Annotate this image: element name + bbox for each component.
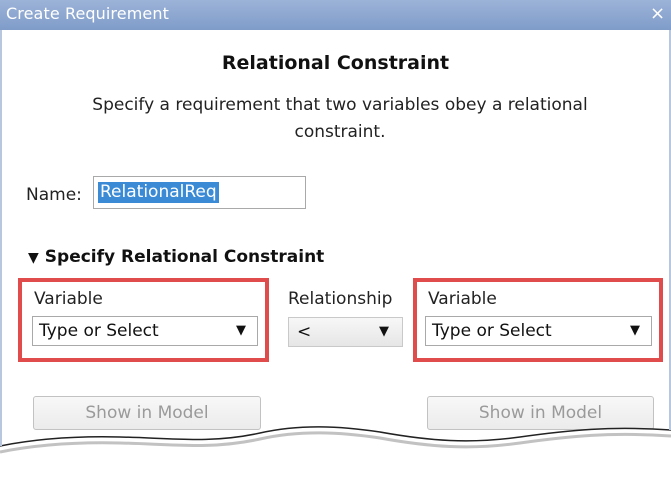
right-variable-value: Type or Select (432, 321, 552, 341)
dialog-description: Specify a requirement that two variables… (92, 95, 588, 142)
left-variable-combobox[interactable]: Type or Select ▼ (32, 316, 258, 346)
left-variable-label: Variable (34, 289, 103, 309)
name-label: Name: (26, 185, 82, 205)
right-variable-label: Variable (428, 289, 497, 309)
dialog-heading: Relational Constraint (221, 52, 450, 74)
show-in-model-left-button[interactable]: Show in Model (33, 396, 261, 430)
relationship-value: < (297, 322, 312, 342)
chevron-down-icon[interactable]: ▼ (630, 323, 640, 338)
relationship-select[interactable]: < ▼ (288, 317, 403, 347)
name-input[interactable]: RelationalReq (93, 176, 306, 209)
specify-relational-constraint-toggle[interactable]: ▼ Specify Relational Constraint (28, 247, 324, 267)
show-in-model-right-button[interactable]: Show in Model (427, 396, 654, 430)
chevron-down-icon[interactable]: ▼ (379, 324, 389, 339)
close-icon[interactable]: × (650, 3, 665, 24)
right-variable-combobox[interactable]: Type or Select ▼ (425, 316, 652, 346)
chevron-down-icon[interactable]: ▼ (236, 323, 246, 338)
collapse-triangle-icon: ▼ (28, 250, 39, 266)
window-title: Create Requirement (6, 4, 169, 23)
name-input-value: RelationalReq (98, 182, 219, 203)
dialog-content: Relational Constraint Specify a requirem… (0, 30, 671, 489)
section-title: Specify Relational Constraint (44, 247, 325, 267)
title-bar[interactable]: Create Requirement × (0, 0, 671, 30)
relationship-label: Relationship (288, 289, 393, 309)
create-requirement-dialog: Create Requirement × Relational Constrai… (0, 0, 671, 489)
left-variable-value: Type or Select (39, 321, 159, 341)
